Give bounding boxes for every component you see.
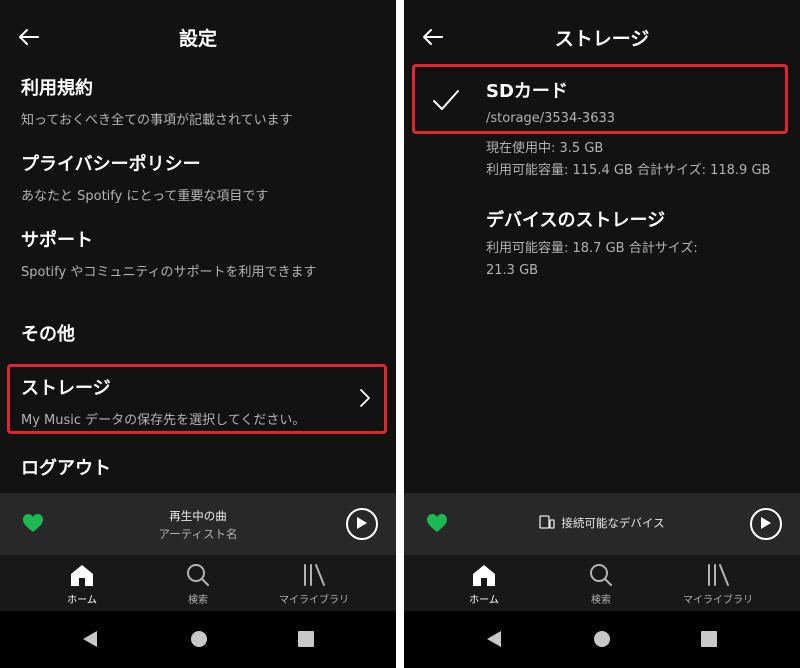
devices-icon [539,515,556,529]
tab-home[interactable]: ホーム [22,563,142,606]
device-storage-option[interactable]: デバイスのストレージ 利用可能容量: 18.7 GB 合計サイズ: 21.3 G… [486,206,780,282]
nav-home-icon[interactable] [189,629,209,653]
support-title: サポート [21,230,93,251]
tab-search[interactable]: 検索 [541,563,661,606]
device-capacity-line1: 利用可能容量: 18.7 GB 合計サイズ: [486,241,698,256]
tab-search-label: 検索 [591,595,611,606]
tab-bar: ホーム 検索 マイライブラリ [0,555,396,611]
library-icon [708,564,729,586]
artist-name: アーティスト名 [158,527,238,541]
tab-library[interactable]: マイライブラリ [658,563,778,606]
play-button[interactable] [750,508,782,540]
tab-home-label: ホーム [67,595,97,606]
privacy-item[interactable]: プライバシーポリシー あなたと Spotify にとって重要な項目です [21,150,376,204]
now-playing-info: 再生中の曲 アーティスト名 [0,507,396,543]
terms-item[interactable]: 利用規約 知っておくべき全ての事項が記載されています [21,74,376,128]
connect-devices-label: 接続可能なデバイス [561,516,665,530]
chevron-right-icon [358,387,372,413]
support-item[interactable]: サポート Spotify やコミュニティのサポートを利用できます [21,226,376,280]
device-capacity-line2: 21.3 GB [486,263,539,278]
privacy-subtitle: あなたと Spotify にとって重要な項目です [21,189,269,204]
nav-recents-icon[interactable] [700,629,718,653]
other-section-header: その他 [21,320,376,346]
sd-usage-text: 現在使用中: 3.5 GB [486,141,604,156]
logout-item[interactable]: ログアウト [21,454,376,480]
device-storage-title: デバイスのストレージ [486,210,666,231]
nav-back-icon[interactable] [81,629,99,653]
sd-capacity-text: 利用可能容量: 115.4 GB 合計サイズ: 118.9 GB [486,163,771,178]
mini-player[interactable]: 接続可能なデバイス [404,493,800,555]
privacy-title: プライバシーポリシー [21,154,201,175]
search-icon [590,564,612,586]
sd-card-option[interactable]: SDカード /storage/3534-3633 [486,77,780,126]
header: ストレージ [404,0,800,72]
storage-screen: ストレージ SDカード /storage/3534-3633 現在使用中: 3.… [404,0,800,668]
tab-library[interactable]: マイライブラリ [254,563,374,606]
connect-devices[interactable]: 接続可能なデバイス [404,515,800,531]
settings-screen: 設定 利用規約 知っておくべき全ての事項が記載されています プライバシーポリシー… [0,0,396,668]
check-icon [432,88,460,116]
tab-search-label: 検索 [188,595,208,606]
tab-search[interactable]: 検索 [138,563,258,606]
terms-title: 利用規約 [21,78,93,99]
sd-card-path: /storage/3534-3633 [486,111,616,126]
header: 設定 [0,0,396,72]
tab-library-label: マイライブラリ [683,595,753,606]
nav-home-icon[interactable] [592,629,612,653]
page-title: 設定 [178,28,217,50]
system-navigation-bar [404,611,800,668]
storage-subtitle: My Music データの保存先を選択してください。 [21,413,306,428]
mini-player[interactable]: 再生中の曲 アーティスト名 [0,493,396,555]
home-icon [71,565,93,586]
sd-card-title: SDカード [486,81,568,102]
search-icon [187,564,209,586]
sd-card-details: 現在使用中: 3.5 GB 利用可能容量: 115.4 GB 合計サイズ: 11… [486,138,770,182]
tab-home-label: ホーム [469,595,499,606]
nav-back-icon[interactable] [485,629,503,653]
home-icon [473,565,495,586]
terms-subtitle: 知っておくべき全ての事項が記載されています [21,113,293,128]
page-title: ストレージ [554,28,650,50]
play-button[interactable] [346,508,378,540]
track-name: 再生中の曲 [169,509,227,523]
tab-home[interactable]: ホーム [424,563,544,606]
other-section-title: その他 [21,324,75,345]
system-navigation-bar [0,611,396,668]
support-subtitle: Spotify やコミュニティのサポートを利用できます [21,265,317,280]
nav-recents-icon[interactable] [297,629,315,653]
library-icon [304,564,325,586]
storage-title: ストレージ [21,378,111,399]
tab-bar: ホーム 検索 マイライブラリ [404,555,800,611]
tab-library-label: マイライブラリ [279,595,349,606]
storage-item[interactable]: ストレージ My Music データの保存先を選択してください。 [21,374,376,428]
logout-title: ログアウト [21,458,111,479]
